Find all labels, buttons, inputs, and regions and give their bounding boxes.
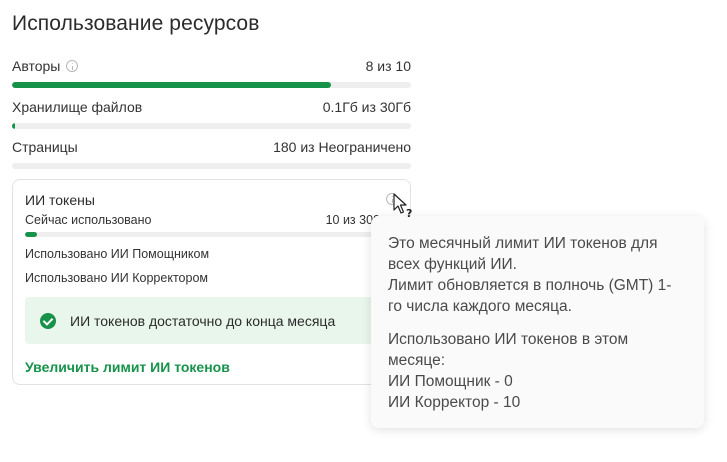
tooltip-line: месяце: xyxy=(388,352,446,369)
usage-progress-fill xyxy=(12,82,332,88)
usage-progress-pages xyxy=(12,163,411,169)
tooltip-line: Использовано ИИ токенов в этом xyxy=(388,331,629,348)
ai-tokens-title: ИИ токены xyxy=(25,192,95,208)
tokens-sufficient-notice: ИИ токенов достаточно до конца месяца xyxy=(25,297,400,344)
usage-value-pages: 180 из Неограничено xyxy=(273,139,411,155)
tooltip-line: Лимит обновляется в полночь (GMT) 1- xyxy=(388,277,672,294)
tooltip-line: всех функций ИИ. xyxy=(388,256,517,273)
page-title: Использование ресурсов xyxy=(12,12,260,35)
usage-label-authors: Авторы xyxy=(12,58,61,74)
ai-tokens-progress xyxy=(25,232,380,237)
ai-tokens-progress-fill xyxy=(25,232,37,237)
usage-value-storage: 0.1Гб из 30Гб xyxy=(322,99,411,115)
tooltip-line: ИИ Корректор - 10 xyxy=(388,394,521,411)
check-circle-icon xyxy=(40,312,56,329)
svg-text:?: ? xyxy=(406,207,412,219)
tooltip-line: Это месячный лимит ИИ токенов для xyxy=(388,235,658,252)
help-cursor-icon: ? xyxy=(393,193,412,219)
ai-corrector-usage-label: Использовано ИИ Корректором xyxy=(25,271,208,285)
usage-progress-authors xyxy=(12,82,411,88)
usage-progress-fill xyxy=(12,123,15,129)
usage-label-pages: Страницы xyxy=(12,139,78,155)
info-icon[interactable] xyxy=(66,60,79,72)
usage-progress-storage xyxy=(12,123,411,129)
ai-tokens-tooltip: Это месячный лимит ИИ токенов для всех ф… xyxy=(371,216,704,428)
usage-row-pages: Страницы 180 из Неограничено xyxy=(12,137,411,169)
increase-token-limit-link[interactable]: Увеличить лимит ИИ токенов xyxy=(25,359,230,375)
usage-label-storage: Хранилище файлов xyxy=(12,99,143,115)
tooltip-line: го числа каждого месяца. xyxy=(388,298,572,315)
notice-text: ИИ токенов достаточно до конца месяца xyxy=(70,312,336,329)
usage-row-authors: Авторы 8 из 10 xyxy=(12,56,411,88)
ai-assistant-usage-label: Использовано ИИ Помощником xyxy=(25,247,210,261)
tooltip-line: ИИ Помощник - 0 xyxy=(388,373,513,390)
usage-value-authors: 8 из 10 xyxy=(365,58,411,74)
ai-tokens-card: ИИ токены Сейчас использовано 10 из 300 … xyxy=(12,179,411,385)
usage-row-storage: Хранилище файлов 0.1Гб из 30Гб xyxy=(12,97,411,129)
ai-tokens-current-label: Сейчас использовано xyxy=(25,213,152,227)
